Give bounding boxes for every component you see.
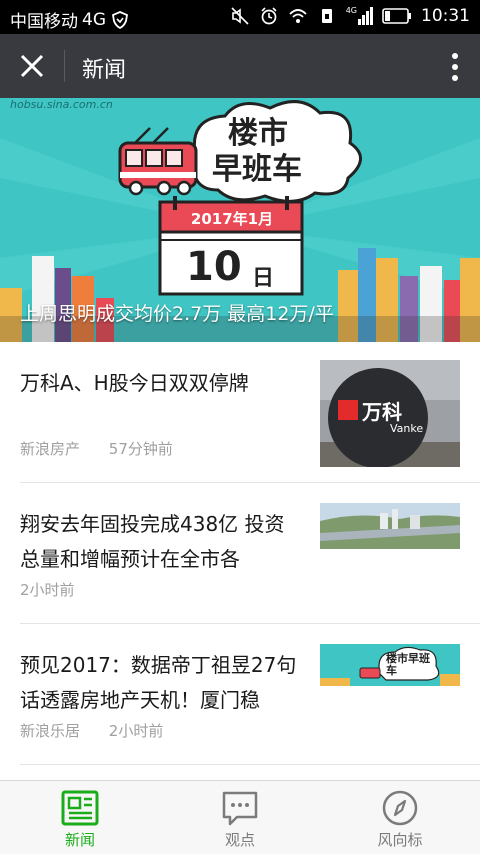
network-type-label: 4G	[82, 9, 106, 30]
list-item[interactable]: 翔安去年固投完成438亿 投资总量和增幅预计在全市各 2小时前	[0, 483, 480, 624]
list-item[interactable]: 预见2017：数据帝丁祖昱27句话透露房地产天机！厦门稳 新浪乐居 2小时前 楼…	[0, 624, 480, 765]
tab-label: 风向标	[377, 831, 423, 849]
article-title: 预见2017：数据帝丁祖昱27句话透露房地产天机！厦门稳	[20, 653, 297, 712]
article-thumbnail	[320, 503, 460, 549]
article-title: 万科A、H股今日双双停牌	[20, 371, 249, 395]
calendar-day-unit: 日	[252, 266, 275, 291]
signal-strength-icon: 4G	[346, 7, 373, 25]
article-meta: 新浪乐居 2小时前	[20, 720, 187, 741]
article-time: 2小时前	[20, 581, 75, 599]
banner-caption: 上周思明成交均价2.7万 最高12万/平	[20, 303, 334, 325]
article-thumbnail: 万科 Vanke	[320, 360, 460, 467]
shield-icon	[111, 10, 129, 29]
article-source: 新浪房产	[20, 440, 81, 458]
thumb-logo-text: 万科	[362, 400, 402, 424]
tab-opinion[interactable]: 观点	[160, 781, 320, 854]
tab-label: 观点	[224, 831, 255, 849]
calendar-day: 10	[186, 244, 242, 290]
list-item[interactable]: 万科A、H股今日双双停牌 新浪房产 57分钟前 万科 Vanke	[0, 342, 480, 483]
close-icon[interactable]	[18, 52, 46, 80]
article-list: 万科A、H股今日双双停牌 新浪房产 57分钟前 万科 Vanke 翔安去年固投完…	[0, 342, 480, 780]
article-meta: 新浪房产 57分钟前	[20, 438, 197, 459]
battery-icon	[382, 8, 411, 24]
chat-bubble-icon	[222, 791, 258, 826]
tab-label: 新闻	[64, 831, 95, 849]
sim-icon	[321, 9, 332, 23]
article-source: 新浪乐居	[20, 722, 81, 740]
title-bar: 新闻	[0, 34, 480, 98]
compass-icon	[382, 790, 418, 826]
calendar-month: 2017年1月	[190, 210, 274, 228]
tab-trend[interactable]: 风向标	[320, 781, 480, 854]
page-title: 新闻	[82, 58, 127, 83]
featured-banner[interactable]: hobsu.sina.com.cn 楼市 早班车 2017年1月 10 日 上周…	[0, 98, 480, 342]
article-time: 2小时前	[108, 722, 164, 740]
article-title: 翔安去年固投完成438亿 投资总量和增幅预计在全市各	[20, 512, 285, 571]
banner-watermark: hobsu.sina.com.cn	[10, 98, 113, 111]
article-thumbnail: 楼市早班车	[320, 644, 460, 686]
more-options-icon[interactable]	[450, 52, 460, 82]
article-time: 57分钟前	[108, 440, 173, 458]
alarm-icon	[261, 7, 277, 25]
carrier-label: 中国移动	[10, 12, 78, 32]
article-meta: 2小时前	[20, 579, 99, 600]
bottom-tab-bar: 新闻 观点 风向标	[0, 780, 480, 854]
wifi-icon	[289, 9, 307, 23]
thumb-logo-sub: Vanke	[390, 422, 424, 435]
clock-time: 10:31	[421, 6, 470, 26]
tab-news[interactable]: 新闻	[0, 781, 160, 854]
list-divider	[20, 764, 480, 765]
mini-network-label: 4G	[345, 6, 357, 15]
thumb-logo-text: 楼市早班车	[386, 652, 430, 677]
newspaper-icon	[61, 790, 99, 826]
title-divider	[64, 50, 65, 82]
status-bar: 中国移动 4G 4G 10:31	[0, 0, 480, 34]
mute-icon	[231, 7, 249, 25]
banner-logo-line2: 早班车	[212, 152, 302, 187]
